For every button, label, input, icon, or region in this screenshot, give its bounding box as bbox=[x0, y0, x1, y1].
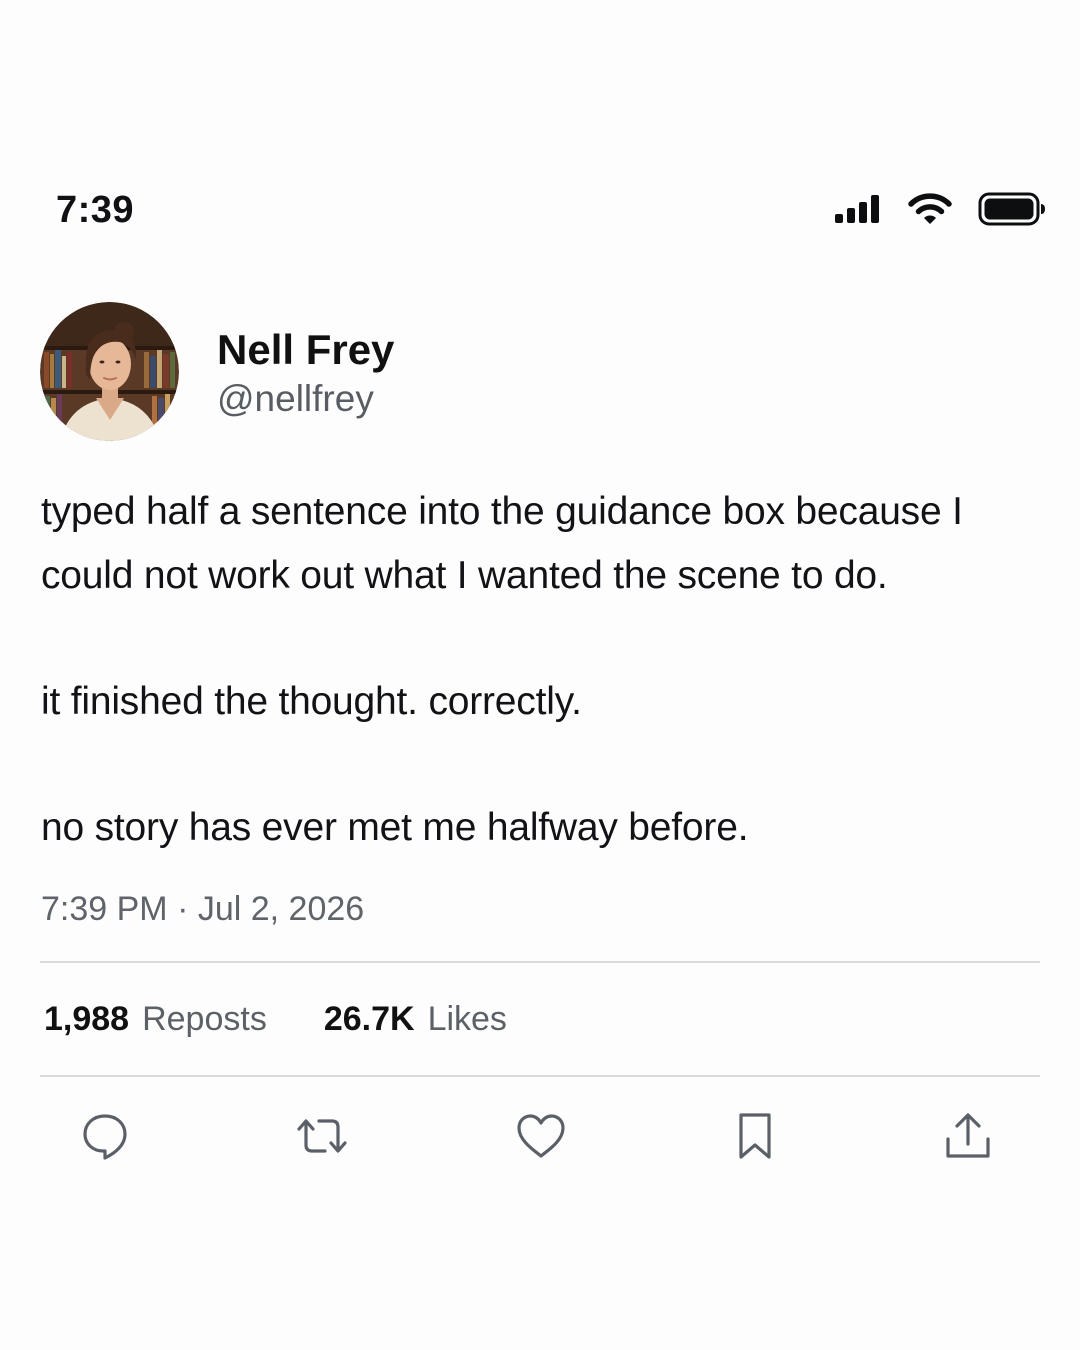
likes-stat[interactable]: 26.7K Likes bbox=[324, 1000, 507, 1039]
cellular-signal-icon bbox=[834, 194, 882, 224]
likes-label: Likes bbox=[427, 1000, 507, 1038]
likes-count: 26.7K bbox=[323, 1000, 415, 1038]
divider bbox=[40, 1075, 1040, 1077]
tweet-header: Nell Frey @nellfrey bbox=[40, 302, 1040, 442]
divider bbox=[40, 961, 1040, 963]
tweet-page: 7:39 Nell Frey @nellfrey typed half a se… bbox=[0, 0, 1080, 1350]
tweet-paragraph: it finished the thought. correctly. bbox=[41, 680, 582, 723]
engagement-stats: 1,988 Reposts 26.7K Likes bbox=[44, 1000, 507, 1039]
reposts-stat[interactable]: 1,988 Reposts bbox=[44, 1000, 267, 1039]
like-button[interactable] bbox=[513, 1108, 569, 1164]
like-icon bbox=[515, 1112, 567, 1160]
status-bar: 7:39 bbox=[0, 180, 1080, 240]
reposts-label: Reposts bbox=[142, 1000, 267, 1038]
bookmark-button[interactable] bbox=[727, 1108, 783, 1164]
tweet-paragraph: no story has ever met me halfway before. bbox=[41, 806, 749, 849]
share-icon bbox=[943, 1111, 993, 1161]
bookmark-icon bbox=[735, 1111, 775, 1161]
tweet-timestamp[interactable]: 7:39 PM · Jul 2, 2026 bbox=[41, 890, 364, 929]
avatar[interactable] bbox=[40, 302, 179, 441]
display-name[interactable]: Nell Frey bbox=[217, 326, 394, 374]
user-handle[interactable]: @nellfrey bbox=[217, 378, 374, 420]
action-bar bbox=[0, 1108, 1080, 1164]
status-time: 7:39 bbox=[56, 189, 135, 231]
reply-icon bbox=[80, 1111, 130, 1161]
repost-icon bbox=[294, 1111, 350, 1161]
repost-button[interactable] bbox=[294, 1108, 350, 1164]
share-button[interactable] bbox=[940, 1108, 996, 1164]
reply-button[interactable] bbox=[77, 1108, 133, 1164]
battery-icon bbox=[978, 192, 1046, 226]
wifi-icon bbox=[908, 193, 952, 225]
reposts-count: 1,988 bbox=[44, 1000, 130, 1038]
status-icons bbox=[834, 192, 1046, 226]
tweet-text: typed half a sentence into the guidance … bbox=[41, 480, 1041, 860]
tweet-paragraph: typed half a sentence into the guidance … bbox=[41, 490, 963, 597]
